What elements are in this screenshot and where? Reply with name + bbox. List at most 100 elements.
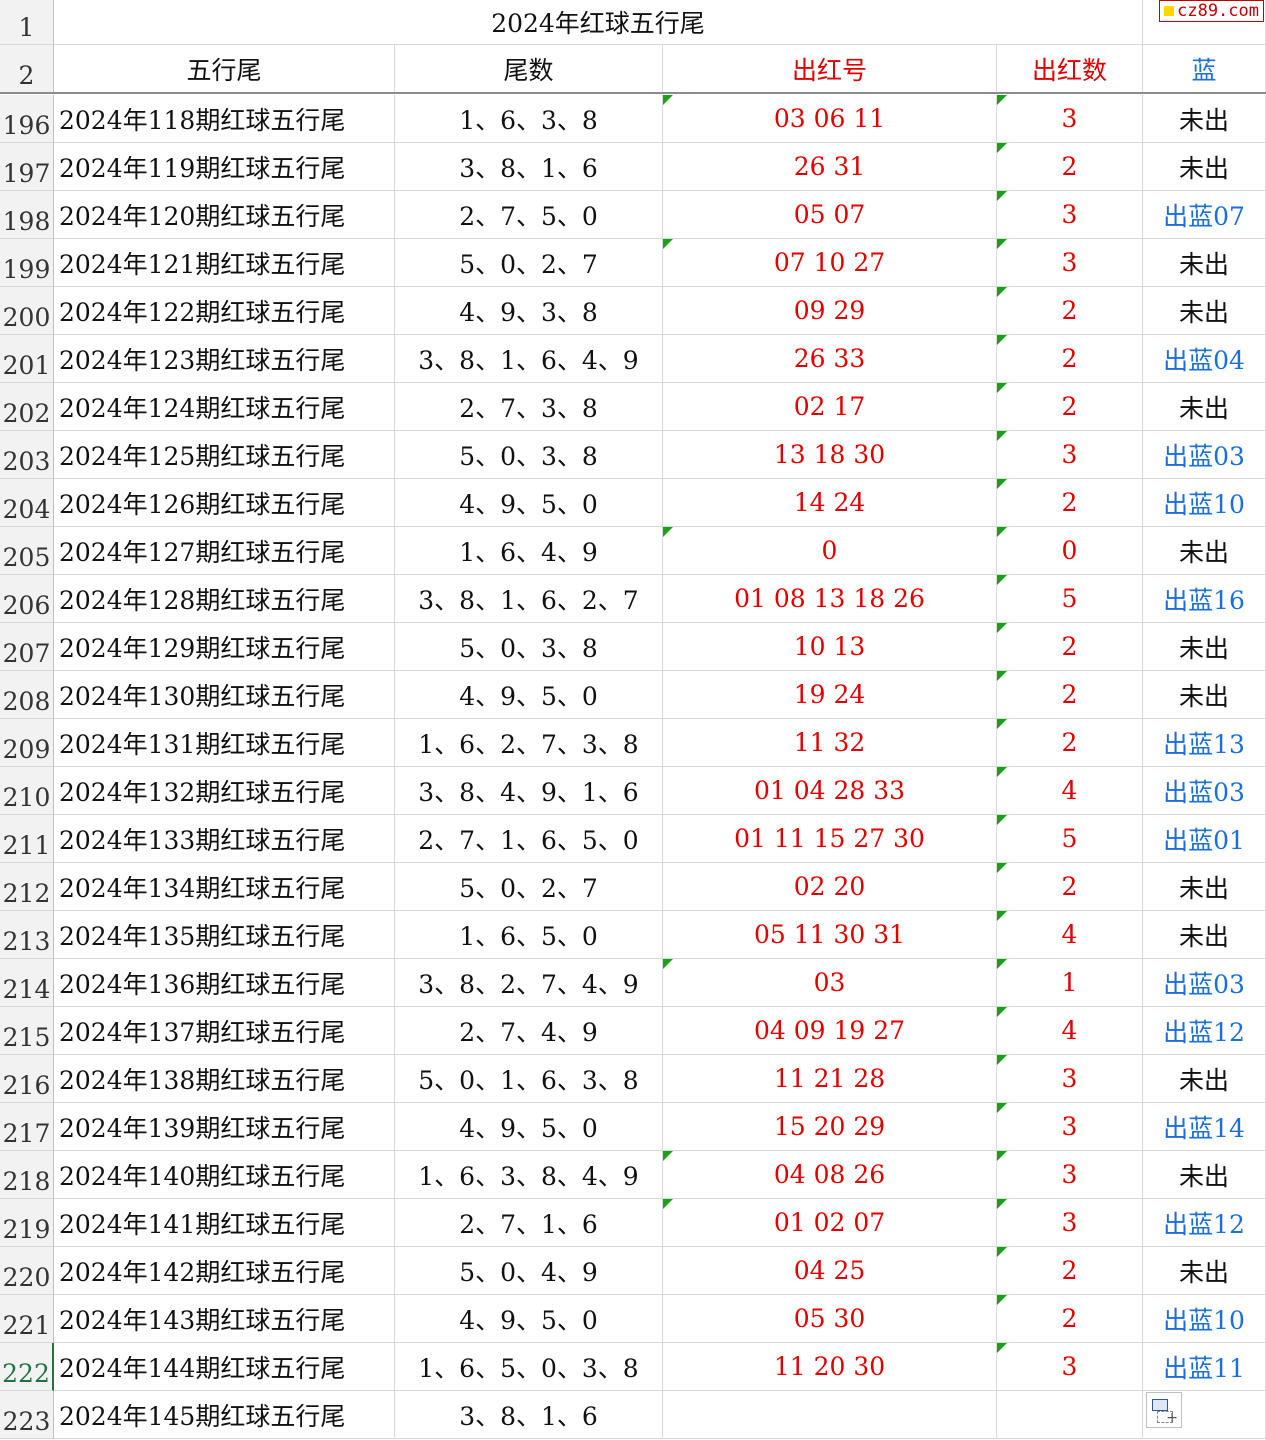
cell-red-count[interactable]: 2 <box>997 1295 1143 1343</box>
cell-red-count[interactable]: 4 <box>997 767 1143 815</box>
cell-red-count[interactable]: 3 <box>997 1343 1143 1391</box>
cell-tail-digits[interactable]: 3、8、1、6、2、7 <box>395 575 663 623</box>
cell-red-numbers[interactable]: 19 24 <box>663 671 997 719</box>
cell-red-count[interactable]: 4 <box>997 1007 1143 1055</box>
cell-red-numbers[interactable]: 09 29 <box>663 287 997 335</box>
cell-blue[interactable]: 未出 <box>1143 911 1266 959</box>
row-number[interactable]: 213 <box>0 911 54 959</box>
cell-tail-digits[interactable]: 1、6、3、8、4、9 <box>395 1151 663 1199</box>
header-wuxingwei[interactable]: 五行尾 <box>54 45 395 93</box>
row-number[interactable]: 202 <box>0 383 54 431</box>
cell-wuxingwei[interactable]: 2024年125期红球五行尾 <box>54 431 395 479</box>
row-number[interactable]: 200 <box>0 287 54 335</box>
cell-red-numbers[interactable]: 0 <box>663 527 997 575</box>
cell-red-count[interactable]: 2 <box>997 719 1143 767</box>
cell-wuxingwei[interactable]: 2024年132期红球五行尾 <box>54 767 395 815</box>
row-number[interactable]: 217 <box>0 1103 54 1151</box>
cell-tail-digits[interactable]: 4、9、5、0 <box>395 479 663 527</box>
cell-tail-digits[interactable]: 4、9、5、0 <box>395 1103 663 1151</box>
row-number[interactable]: 209 <box>0 719 54 767</box>
cell-wuxingwei[interactable]: 2024年143期红球五行尾 <box>54 1295 395 1343</box>
row-number[interactable]: 219 <box>0 1199 54 1247</box>
cell-red-count[interactable]: 2 <box>997 671 1143 719</box>
cell-blue[interactable]: 未出 <box>1143 671 1266 719</box>
cell-wuxingwei[interactable]: 2024年120期红球五行尾 <box>54 191 395 239</box>
cell-red-count[interactable]: 3 <box>997 1199 1143 1247</box>
cell-wuxingwei[interactable]: 2024年124期红球五行尾 <box>54 383 395 431</box>
cell-wuxingwei[interactable]: 2024年118期红球五行尾 <box>54 95 395 143</box>
row-number[interactable]: 223 <box>0 1391 54 1439</box>
cell-red-count[interactable]: 2 <box>997 383 1143 431</box>
cell-red-numbers[interactable] <box>663 1391 997 1439</box>
cell-red-count[interactable]: 3 <box>997 239 1143 287</box>
row-number[interactable]: 199 <box>0 239 54 287</box>
row-number[interactable]: 218 <box>0 1151 54 1199</box>
row-number[interactable]: 222 <box>0 1343 54 1391</box>
cell-blue[interactable]: 出蓝12 <box>1143 1199 1266 1247</box>
header-blue[interactable]: 蓝 <box>1143 45 1266 93</box>
cell-tail-digits[interactable]: 3、8、4、9、1、6 <box>395 767 663 815</box>
cell-red-count[interactable]: 2 <box>997 863 1143 911</box>
cell-red-count[interactable]: 2 <box>997 479 1143 527</box>
cell-blue[interactable]: 未出 <box>1143 143 1266 191</box>
cell-red-numbers[interactable]: 01 08 13 18 26 <box>663 575 997 623</box>
cell-red-numbers[interactable]: 03 <box>663 959 997 1007</box>
row-number[interactable]: 1 <box>0 0 54 45</box>
cell-blue[interactable]: 出蓝10 <box>1143 479 1266 527</box>
cell-red-numbers[interactable]: 15 20 29 <box>663 1103 997 1151</box>
cell-red-count[interactable]: 2 <box>997 335 1143 383</box>
cell-red-numbers[interactable]: 07 10 27 <box>663 239 997 287</box>
cell-red-count[interactable]: 3 <box>997 191 1143 239</box>
cell-tail-digits[interactable]: 2、7、1、6 <box>395 1199 663 1247</box>
header-red-numbers[interactable]: 出红号 <box>663 45 997 93</box>
cell-red-numbers[interactable]: 13 18 30 <box>663 431 997 479</box>
cell-tail-digits[interactable]: 4、9、3、8 <box>395 287 663 335</box>
cell-tail-digits[interactable]: 1、6、5、0、3、8 <box>395 1343 663 1391</box>
cell-red-numbers[interactable]: 01 04 28 33 <box>663 767 997 815</box>
row-number[interactable]: 198 <box>0 191 54 239</box>
cell-red-numbers[interactable]: 11 21 28 <box>663 1055 997 1103</box>
cell-wuxingwei[interactable]: 2024年135期红球五行尾 <box>54 911 395 959</box>
cell-blue[interactable]: 未出 <box>1143 95 1266 143</box>
cell-tail-digits[interactable]: 1、6、5、0 <box>395 911 663 959</box>
cell-tail-digits[interactable]: 3、8、2、7、4、9 <box>395 959 663 1007</box>
cell-tail-digits[interactable]: 4、9、5、0 <box>395 671 663 719</box>
cell-wuxingwei[interactable]: 2024年138期红球五行尾 <box>54 1055 395 1103</box>
cell-red-count[interactable]: 4 <box>997 911 1143 959</box>
cell-red-numbers[interactable]: 02 17 <box>663 383 997 431</box>
row-number[interactable]: 211 <box>0 815 54 863</box>
cell-wuxingwei[interactable]: 2024年127期红球五行尾 <box>54 527 395 575</box>
cell-blue[interactable]: 出蓝13 <box>1143 719 1266 767</box>
cell-red-numbers[interactable]: 01 02 07 <box>663 1199 997 1247</box>
cell-wuxingwei[interactable]: 2024年129期红球五行尾 <box>54 623 395 671</box>
cell-wuxingwei[interactable]: 2024年142期红球五行尾 <box>54 1247 395 1295</box>
cell-red-count[interactable]: 3 <box>997 1103 1143 1151</box>
row-number[interactable]: 216 <box>0 1055 54 1103</box>
cell-tail-digits[interactable]: 3、8、1、6 <box>395 143 663 191</box>
cell-red-numbers[interactable]: 26 31 <box>663 143 997 191</box>
row-number[interactable]: 214 <box>0 959 54 1007</box>
cell-wuxingwei[interactable]: 2024年139期红球五行尾 <box>54 1103 395 1151</box>
cell-tail-digits[interactable]: 3、8、1、6、4、9 <box>395 335 663 383</box>
cell-tail-digits[interactable]: 2、7、3、8 <box>395 383 663 431</box>
cell-tail-digits[interactable]: 5、0、1、6、3、8 <box>395 1055 663 1103</box>
cell-tail-digits[interactable]: 5、0、2、7 <box>395 863 663 911</box>
cell-red-count[interactable]: 0 <box>997 527 1143 575</box>
cell-red-count[interactable]: 5 <box>997 815 1143 863</box>
row-number[interactable]: 208 <box>0 671 54 719</box>
cell-wuxingwei[interactable]: 2024年123期红球五行尾 <box>54 335 395 383</box>
row-number[interactable]: 206 <box>0 575 54 623</box>
cell-blue[interactable]: 未出 <box>1143 287 1266 335</box>
cell-red-count[interactable]: 3 <box>997 431 1143 479</box>
cell-wuxingwei[interactable]: 2024年140期红球五行尾 <box>54 1151 395 1199</box>
cell-blue[interactable]: 未出 <box>1143 1151 1266 1199</box>
cell-wuxingwei[interactable]: 2024年126期红球五行尾 <box>54 479 395 527</box>
cell-wuxingwei[interactable]: 2024年133期红球五行尾 <box>54 815 395 863</box>
cell-tail-digits[interactable]: 5、0、4、9 <box>395 1247 663 1295</box>
cell-blue[interactable]: 未出 <box>1143 1055 1266 1103</box>
cell-red-count[interactable]: 3 <box>997 1055 1143 1103</box>
cell-blue[interactable]: 未出 <box>1143 383 1266 431</box>
cell-red-numbers[interactable]: 11 20 30 <box>663 1343 997 1391</box>
paste-options-icon[interactable]: + <box>1146 1392 1182 1428</box>
cell-blue[interactable]: 出蓝03 <box>1143 767 1266 815</box>
